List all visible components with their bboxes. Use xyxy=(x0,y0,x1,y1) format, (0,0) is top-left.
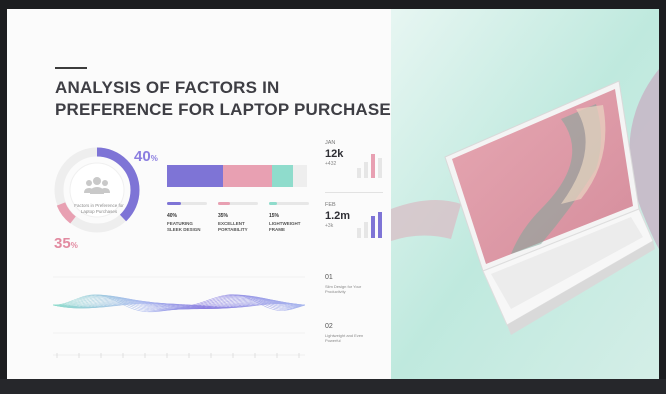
factor-label: EXCELLENT PORTABILITY xyxy=(218,221,258,233)
stacked-bar-segment xyxy=(293,165,307,187)
factor-percent: 40% xyxy=(167,213,178,219)
factor-fill xyxy=(269,202,277,205)
title-line-2: PREFERENCE FOR LAPTOP PURCHASES xyxy=(55,100,403,119)
note-text: Lightweight and Even Powerful xyxy=(325,333,385,343)
donut-top-unit: % xyxy=(150,154,158,163)
minibar xyxy=(378,158,382,178)
factor-track xyxy=(167,202,207,205)
title-accent-line xyxy=(55,67,87,69)
stacked-bar-segment xyxy=(272,165,293,187)
minibar xyxy=(378,212,382,238)
note-text: Slim Design for Your Productivity xyxy=(325,284,385,294)
factor-percent: 15% xyxy=(269,213,280,219)
stacked-bar xyxy=(167,165,307,187)
wave-lines xyxy=(53,294,305,313)
factor-label: LIGHTWEIGHT FRAME xyxy=(269,221,309,233)
factor-label-line2: SLEEK DESIGN xyxy=(167,227,201,232)
minibar xyxy=(371,216,375,238)
wave-visualization xyxy=(53,276,305,358)
factor-track xyxy=(218,202,258,205)
donut-bottom-percent: 35% xyxy=(54,235,78,252)
donut-top-value: 40 xyxy=(134,148,151,165)
note-number: 01 xyxy=(325,274,333,281)
wave-axis-ticks xyxy=(53,353,305,358)
factor-lightweight: 15% LIGHTWEIGHT FRAME xyxy=(269,202,309,233)
minibar xyxy=(364,162,368,178)
monitor-bottom-bezel xyxy=(0,379,666,394)
ribbon-left xyxy=(391,200,461,241)
factor-fill xyxy=(167,202,181,205)
stat-month: JAN xyxy=(325,140,336,146)
title-line-1: ANALYSIS OF FACTORS IN xyxy=(55,78,280,97)
donut-top-percent: 40% xyxy=(134,148,158,165)
factor-percent: 35% xyxy=(218,213,229,219)
note-text-line2: Powerful xyxy=(325,338,341,343)
minibar xyxy=(371,154,375,178)
stacked-bar-segment xyxy=(223,165,272,187)
stat-divider xyxy=(325,192,383,193)
display-screen: ANALYSIS OF FACTORS IN PREFERENCE FOR LA… xyxy=(7,9,659,379)
note-01: 01 Slim Design for Your Productivity xyxy=(325,274,385,294)
donut-bottom-unit: % xyxy=(70,241,78,250)
donut-center-label: Factors in Preference for Laptop Purchas… xyxy=(74,203,124,214)
note-text-line2: Productivity xyxy=(325,289,346,294)
minibar xyxy=(357,228,361,238)
page-title: ANALYSIS OF FACTORS IN PREFERENCE FOR LA… xyxy=(55,77,403,121)
factor-label-line2: PORTABILITY xyxy=(218,227,248,232)
stat-jan-minibars xyxy=(357,154,382,178)
factor-label-line2: FRAME xyxy=(269,227,285,232)
laptop-photo xyxy=(391,9,659,379)
factor-fill xyxy=(218,202,230,205)
factor-portability: 35% EXCELLENT PORTABILITY xyxy=(218,202,258,233)
factor-sleek-design: 40% FEATURING SLEEK DESIGN xyxy=(167,202,207,233)
note-number: 02 xyxy=(325,323,333,330)
factor-label: FEATURING SLEEK DESIGN xyxy=(167,221,207,233)
minibar xyxy=(364,222,368,238)
donut-chart xyxy=(54,147,140,233)
minibar xyxy=(357,168,361,178)
stat-feb-minibars xyxy=(357,212,382,238)
factor-track xyxy=(269,202,309,205)
note-02: 02 Lightweight and Even Powerful xyxy=(325,323,385,343)
stacked-bar-segment xyxy=(167,165,223,187)
donut-bottom-value: 35 xyxy=(54,235,71,252)
